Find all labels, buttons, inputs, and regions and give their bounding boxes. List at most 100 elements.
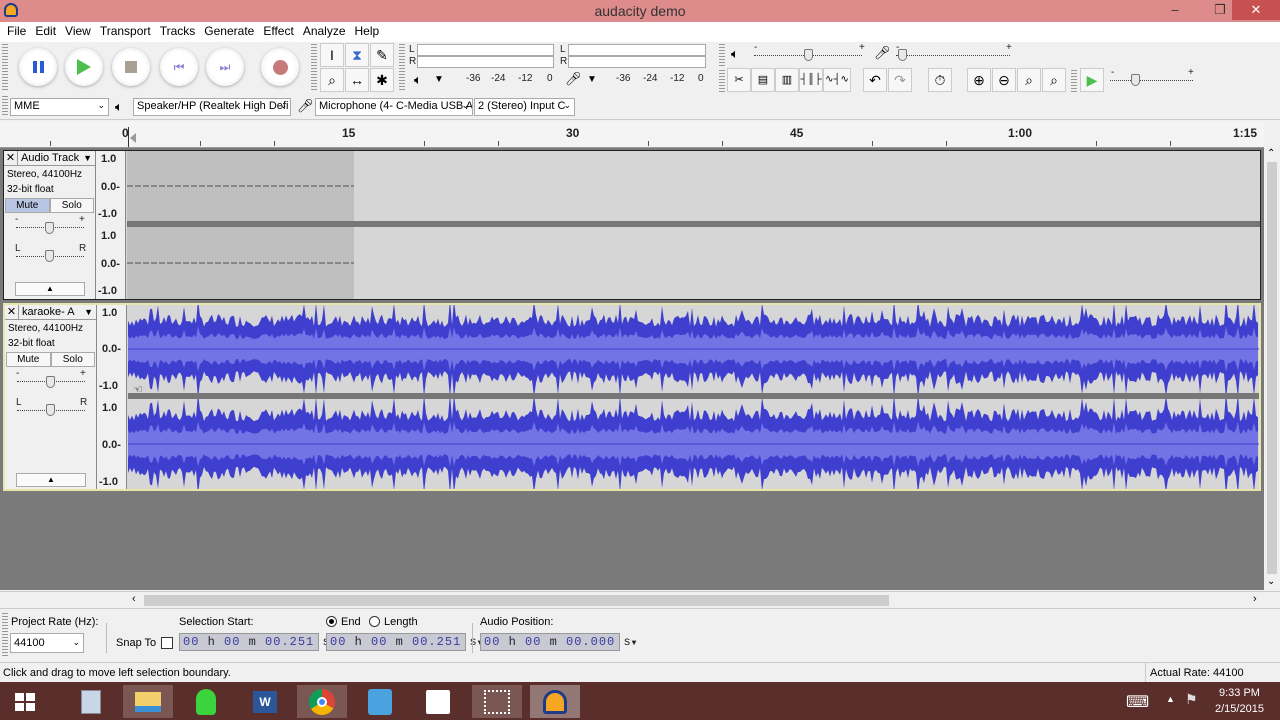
waveform-channel-right[interactable]	[127, 227, 1260, 299]
menu-effect[interactable]: Effect	[256, 22, 293, 38]
keyboard-icon[interactable]: ⌨	[1126, 692, 1149, 712]
input-volume-thumb[interactable]	[897, 49, 907, 61]
waveform-channel-left[interactable]	[128, 305, 1259, 393]
taskbar-app[interactable]: W	[240, 685, 290, 718]
input-volume-slider[interactable]	[896, 55, 1010, 56]
close-button[interactable]: ✕	[1232, 0, 1280, 20]
fit-selection-button[interactable]: ⌕	[1017, 68, 1041, 92]
output-device-select[interactable]: Speaker/HP (Realtek High Defi ⌄	[133, 98, 291, 116]
selection-tool[interactable]: I	[320, 43, 344, 67]
taskbar-app[interactable]	[472, 685, 522, 718]
silence-button[interactable]: ∿┤∿	[823, 68, 851, 92]
multi-tool[interactable]: ✱	[370, 68, 394, 92]
audio-host-select[interactable]: MME ⌄	[10, 98, 109, 116]
skip-to-start-button[interactable]: ⏮	[160, 48, 198, 86]
scroll-up-icon[interactable]: ⌃	[1267, 148, 1275, 159]
horizontal-scrollbar[interactable]: ‹ ›	[0, 591, 1280, 608]
output-volume-thumb[interactable]	[804, 49, 813, 61]
play-button[interactable]	[65, 48, 103, 86]
play-at-speed-button[interactable]: ▶	[1080, 68, 1104, 92]
draw-tool[interactable]: ✎	[370, 43, 394, 67]
solo-button[interactable]: Solo	[49, 198, 94, 213]
play-speed-thumb[interactable]	[1130, 74, 1140, 86]
stop-button[interactable]	[112, 48, 150, 86]
project-rate-select[interactable]: 44100 ⌄	[10, 633, 84, 653]
time-shift-tool[interactable]: ↔	[345, 68, 369, 92]
recording-meter-menu[interactable]: ▼	[587, 74, 597, 85]
taskbar-app[interactable]	[66, 685, 116, 718]
toolbar-grip[interactable]	[1071, 70, 1077, 92]
collapse-track-button[interactable]: ▲	[16, 473, 86, 487]
taskbar-app[interactable]	[181, 685, 231, 718]
play-speed-slider[interactable]	[1110, 80, 1193, 81]
toolbar-grip[interactable]	[2, 44, 8, 92]
envelope-tool[interactable]: ⧗	[345, 43, 369, 67]
toolbar-grip[interactable]	[719, 44, 725, 66]
length-radio[interactable]	[369, 616, 380, 627]
menu-generate[interactable]: Generate	[197, 22, 254, 38]
playback-meter-left[interactable]	[417, 44, 554, 56]
toolbar-grip[interactable]	[719, 70, 725, 92]
mute-button[interactable]: Mute	[5, 198, 50, 213]
scroll-down-icon[interactable]: ⌄	[1267, 576, 1275, 587]
clock-time[interactable]: 9:33 PM	[1219, 687, 1260, 699]
menu-view[interactable]: View	[58, 22, 91, 38]
toolbar-grip[interactable]	[2, 96, 8, 116]
recording-meter-left[interactable]	[568, 44, 706, 56]
scroll-left-icon[interactable]: ‹	[132, 593, 136, 605]
vertical-scrollbar[interactable]: ⌃ ⌄	[1264, 148, 1280, 590]
dropdown-arrow-icon[interactable]: ▼	[632, 639, 638, 648]
toolbar-grip[interactable]	[399, 44, 405, 92]
menu-file[interactable]: File	[0, 22, 26, 38]
track-name-menu[interactable]: karaoke- A ▼	[19, 305, 96, 319]
vertical-scale[interactable]: 1.0 0.0- -1.0 1.0 0.0- -1.0	[96, 151, 126, 299]
fit-project-button[interactable]: ⌕	[1042, 68, 1066, 92]
taskbar-app[interactable]	[413, 685, 463, 718]
clock-date[interactable]: 2/15/2015	[1215, 703, 1264, 715]
selection-start-field[interactable]: 00 h 00 m 00.251 s▼	[179, 633, 336, 651]
collapse-track-button[interactable]: ▲	[15, 282, 85, 296]
scroll-right-icon[interactable]: ›	[1253, 593, 1257, 605]
zoom-out-button[interactable]: ⊖	[992, 68, 1016, 92]
recording-meter-right[interactable]	[568, 56, 706, 68]
track-close-button[interactable]: ✕	[5, 305, 19, 319]
playback-meter-menu[interactable]: ▼	[434, 74, 444, 85]
track-name-menu[interactable]: Audio Track ▼	[18, 151, 95, 165]
paste-button[interactable]: ▥	[775, 68, 799, 92]
gain-slider-thumb[interactable]	[45, 222, 54, 234]
menu-edit[interactable]: Edit	[28, 22, 56, 38]
input-channels-select[interactable]: 2 (Stereo) Input C ⌄	[474, 98, 575, 116]
waveform-channel-right[interactable]	[128, 399, 1259, 489]
action-center-flag-icon[interactable]: ⚑	[1185, 691, 1198, 708]
menu-transport[interactable]: Transport	[93, 22, 151, 38]
start-button[interactable]	[0, 685, 50, 718]
record-button[interactable]	[261, 48, 299, 86]
timeline-ruler[interactable]: 0 15 30 45 1:00 1:15	[0, 121, 1264, 148]
sync-lock-button[interactable]: ⏱	[928, 68, 952, 92]
solo-button[interactable]: Solo	[50, 352, 95, 367]
track-close-button[interactable]: ✕	[4, 151, 18, 165]
menu-analyze[interactable]: Analyze	[296, 22, 346, 38]
undo-button[interactable]: ↶	[863, 68, 887, 92]
waveform-channel-left[interactable]	[127, 151, 1260, 221]
taskbar-app[interactable]	[530, 685, 580, 718]
toolbar-grip[interactable]	[311, 44, 317, 92]
playback-meter-right[interactable]	[417, 56, 554, 68]
selection-start-marker[interactable]	[130, 133, 136, 143]
selection-end-field[interactable]: 00 h 00 m 00.251 s▼	[326, 633, 483, 651]
restore-button[interactable]: ❐	[1205, 0, 1235, 20]
end-radio[interactable]	[326, 616, 337, 627]
taskbar-app[interactable]	[297, 685, 347, 718]
gain-slider-thumb[interactable]	[46, 376, 55, 388]
pan-slider-thumb[interactable]	[45, 250, 54, 262]
input-device-select[interactable]: Microphone (4- C-Media USB A ⌄	[315, 98, 473, 116]
show-hidden-icons[interactable]: ▲	[1166, 694, 1175, 704]
play-head-marker[interactable]	[128, 127, 129, 147]
copy-button[interactable]: ▤	[751, 68, 775, 92]
menu-help[interactable]: Help	[348, 22, 380, 38]
minimize-button[interactable]: –	[1160, 0, 1190, 20]
pan-slider-thumb[interactable]	[46, 404, 55, 416]
trim-outside-button[interactable]: ┤║├	[799, 68, 823, 92]
redo-button[interactable]: ↷	[888, 68, 912, 92]
zoom-in-button[interactable]: ⊕	[967, 68, 991, 92]
